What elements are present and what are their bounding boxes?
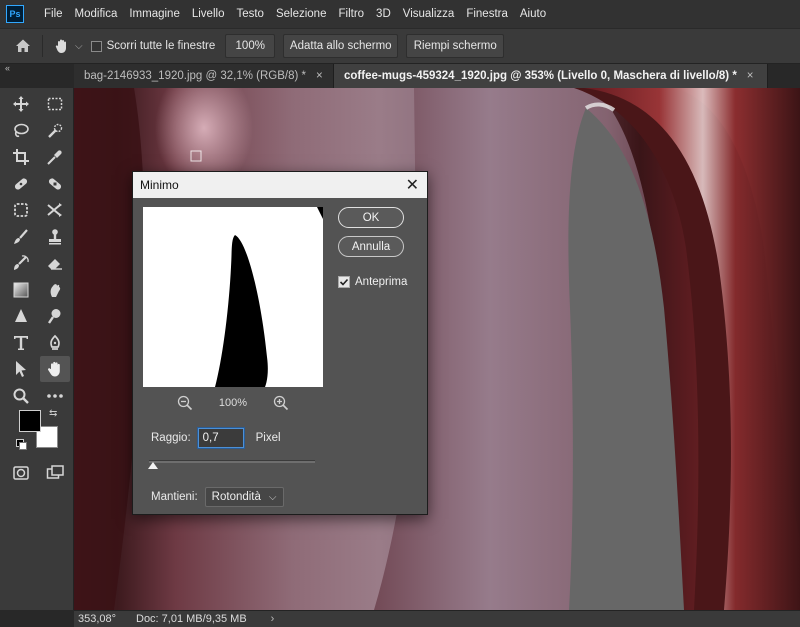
cancel-button[interactable]: Annulla: [338, 236, 404, 257]
dodge-icon[interactable]: [40, 303, 70, 329]
close-icon[interactable]: ✕: [406, 175, 419, 195]
tool-grid: [6, 91, 70, 409]
menu-selezione[interactable]: Selezione: [270, 8, 333, 20]
menu-visualizza[interactable]: Visualizza: [397, 8, 461, 20]
tab-bag-document[interactable]: bag-2146933_1920.jpg @ 32,1% (RGB/8) * ×: [74, 64, 334, 88]
more-tools-icon[interactable]: [40, 383, 70, 409]
dialog-title: Minimo: [140, 178, 179, 192]
home-icon[interactable]: [10, 33, 36, 59]
preview-marker: [190, 150, 202, 162]
filter-preview[interactable]: [143, 207, 323, 387]
preview-checkbox[interactable]: Anteprima: [338, 276, 407, 288]
lasso-icon[interactable]: [6, 118, 36, 144]
ok-button[interactable]: OK: [338, 207, 404, 228]
patch-icon[interactable]: [6, 197, 36, 223]
menu-livello[interactable]: Livello: [186, 8, 231, 20]
eraser-icon[interactable]: [40, 250, 70, 276]
zoom-in-icon[interactable]: [273, 395, 289, 411]
minimum-filter-dialog: Minimo ✕ 100% OK Annulla Anteprima Raggi…: [132, 171, 428, 515]
preview-image: [143, 207, 323, 387]
path-selection-icon[interactable]: [6, 356, 36, 382]
fill-screen-button[interactable]: Riempi schermo: [406, 34, 505, 58]
scroll-all-windows-label: Scorri tutte le finestre: [106, 40, 216, 52]
document-tabs: bag-2146933_1920.jpg @ 32,1% (RGB/8) * ×…: [74, 64, 800, 88]
dialog-title-bar: Minimo ✕: [133, 172, 427, 198]
fit-screen-button[interactable]: Adatta allo schermo: [283, 34, 399, 58]
hand-tool-preset-icon[interactable]: [49, 33, 75, 59]
foreground-color-swatch[interactable]: [19, 410, 41, 432]
default-colors-icon[interactable]: [16, 439, 27, 450]
radius-unit: Pixel: [255, 432, 281, 444]
zoom-icon[interactable]: [6, 383, 36, 409]
hand-icon[interactable]: [40, 356, 70, 382]
slider-thumb[interactable]: [148, 462, 158, 469]
move-icon[interactable]: [6, 91, 36, 117]
gradient-icon[interactable]: [6, 277, 36, 303]
status-menu-icon[interactable]: ›: [271, 613, 275, 625]
color-swatches: ⇆: [16, 406, 64, 454]
smudge-icon[interactable]: [40, 277, 70, 303]
preserve-label: Mantieni:: [151, 491, 198, 503]
preserve-select-value: Rotondità: [211, 491, 261, 503]
zoom-level[interactable]: 353,08°: [74, 613, 126, 625]
preview-zoom-controls: 100%: [143, 394, 323, 412]
photoshop-logo-icon: Ps: [6, 5, 24, 23]
menu-file[interactable]: File: [38, 8, 69, 20]
checkmark-icon[interactable]: [338, 276, 350, 288]
zoom-out-icon[interactable]: [177, 395, 193, 411]
radius-input[interactable]: [197, 428, 244, 448]
sharpen-icon[interactable]: [6, 303, 36, 329]
preserve-row: Mantieni: Rotondità ⌵: [151, 487, 284, 507]
checkbox-box[interactable]: [90, 40, 102, 52]
quick-mask-icon[interactable]: [6, 460, 36, 486]
brush-icon[interactable]: [6, 224, 36, 250]
menu-bar: Ps File Modifica Immagine Livello Testo …: [0, 0, 800, 28]
close-icon[interactable]: ×: [747, 70, 754, 82]
menu-immagine[interactable]: Immagine: [123, 8, 186, 20]
options-bar: ⌵ Scorri tutte le finestre 100% Adatta a…: [0, 28, 800, 64]
quick-selection-icon[interactable]: [40, 118, 70, 144]
radius-label: Raggio:: [151, 432, 191, 444]
slider-track[interactable]: [149, 460, 315, 463]
status-bar: 353,08° Doc: 7,01 MB/9,35 MB ›: [74, 610, 800, 627]
menu-finestra[interactable]: Finestra: [460, 8, 514, 20]
tab-label: bag-2146933_1920.jpg @ 32,1% (RGB/8) *: [84, 70, 307, 82]
eyedropper-icon[interactable]: [40, 144, 70, 170]
menu-3d[interactable]: 3D: [370, 8, 397, 20]
chevron-down-icon: ⌵: [268, 491, 277, 503]
crop-icon[interactable]: [6, 144, 36, 170]
history-brush-icon[interactable]: [6, 250, 36, 276]
document-info: Doc: 7,01 MB/9,35 MB: [136, 613, 247, 625]
radius-row: Raggio: Pixel: [151, 428, 281, 448]
spot-healing-icon[interactable]: [6, 171, 36, 197]
zoom-100-button[interactable]: 100%: [225, 34, 276, 58]
menu-modifica[interactable]: Modifica: [69, 8, 124, 20]
preview-zoom-value: 100%: [218, 397, 248, 409]
menu-aiuto[interactable]: Aiuto: [514, 8, 552, 20]
preserve-select[interactable]: Rotondità ⌵: [204, 487, 284, 507]
content-aware-move-icon[interactable]: [40, 197, 70, 223]
toolbar-collapse[interactable]: «: [0, 63, 74, 76]
swap-colors-icon[interactable]: ⇆: [49, 408, 57, 419]
chevron-down-icon[interactable]: ⌵: [75, 41, 83, 52]
bottom-tools: [6, 460, 70, 486]
screen-mode-icon[interactable]: [40, 460, 70, 486]
tab-coffee-mugs-document[interactable]: coffee-mugs-459324_1920.jpg @ 353% (Live…: [334, 64, 768, 88]
tools-panel: ⇆: [0, 88, 74, 610]
menu-filtro[interactable]: Filtro: [332, 8, 370, 20]
collapse-icon[interactable]: «: [5, 63, 10, 73]
radius-slider[interactable]: [148, 459, 315, 469]
scroll-all-windows-checkbox[interactable]: Scorri tutte le finestre: [90, 40, 216, 52]
clone-stamp-icon[interactable]: [40, 224, 70, 250]
preview-checkbox-label: Anteprima: [355, 276, 408, 288]
menu-testo[interactable]: Testo: [230, 8, 270, 20]
marquee-icon[interactable]: [40, 91, 70, 117]
healing-brush-icon[interactable]: [40, 171, 70, 197]
options-divider: [42, 35, 43, 57]
masked-area: [568, 108, 684, 610]
pen-icon[interactable]: [40, 330, 70, 356]
type-icon[interactable]: [6, 330, 36, 356]
close-icon[interactable]: ×: [316, 70, 323, 82]
tab-label: coffee-mugs-459324_1920.jpg @ 353% (Live…: [344, 70, 737, 82]
